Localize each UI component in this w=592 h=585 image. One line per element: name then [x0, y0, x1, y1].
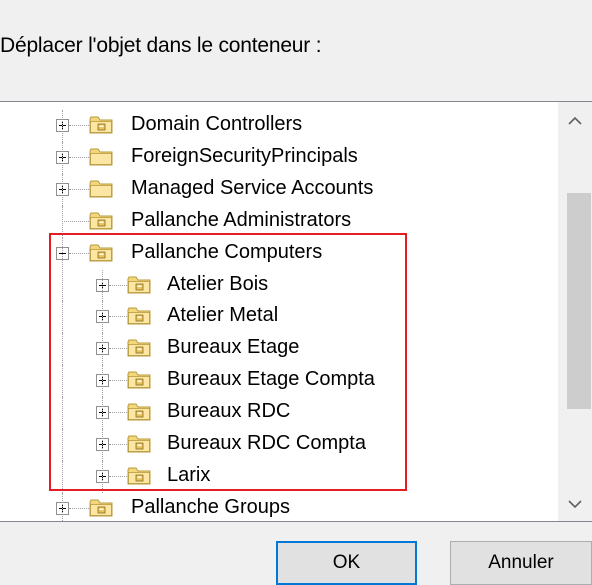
tree-connector — [62, 205, 63, 238]
tree-item[interactable]: Pallanche Groups — [0, 492, 558, 521]
scroll-up-button[interactable] — [558, 104, 592, 138]
tree-connector — [62, 220, 89, 222]
ou-folder-icon — [127, 370, 151, 390]
tree-connector — [62, 110, 63, 142]
container-tree[interactable]: Domain Controllers ForeignSecurityPrincip… — [0, 101, 592, 522]
tree-connector — [102, 429, 103, 461]
tree-connector — [62, 460, 63, 493]
tree-item-label: Managed Service Accounts — [131, 176, 374, 199]
chevron-down-icon — [568, 500, 582, 509]
vertical-scrollbar[interactable] — [558, 102, 592, 521]
tree-item[interactable]: Bureaux RDC — [0, 397, 558, 429]
tree-connector — [62, 397, 63, 429]
ou-folder-icon — [89, 498, 113, 518]
tree-item-label: Pallanche Computers — [131, 240, 323, 263]
tree-item[interactable]: Bureaux Etage Compta — [0, 365, 558, 398]
tree-item[interactable]: Larix — [0, 460, 558, 493]
tree-item[interactable]: Pallanche Administrators — [0, 205, 558, 238]
tree-item-label: Larix — [167, 463, 211, 486]
tree-item-label: Pallanche Groups — [131, 495, 290, 518]
ou-folder-icon — [127, 466, 151, 486]
tree-connector — [69, 125, 89, 126]
tree-item[interactable]: Pallanche Computers — [0, 237, 558, 270]
tree-connector — [109, 412, 127, 414]
tree-connector — [62, 301, 63, 334]
tree-item[interactable]: Atelier Metal — [0, 301, 558, 334]
scroll-down-button[interactable] — [558, 487, 592, 521]
ou-folder-icon — [89, 115, 113, 135]
tree-connector — [69, 156, 89, 158]
tree-connector — [62, 492, 63, 521]
tree-connector — [69, 507, 89, 509]
tree-connector — [102, 301, 103, 334]
tree-connector — [62, 141, 63, 174]
ou-folder-icon — [127, 338, 151, 358]
tree-item[interactable]: ForeignSecurityPrincipals — [0, 141, 558, 174]
tree-connector — [109, 380, 127, 382]
tree-connector — [109, 284, 127, 286]
tree-item-label: Bureaux Etage Compta — [167, 368, 375, 391]
cancel-button[interactable]: Annuler — [450, 541, 592, 585]
tree-item[interactable]: Bureaux Etage — [0, 333, 558, 366]
tree-item-label: Atelier Bois — [167, 272, 269, 295]
ou-folder-icon — [127, 306, 151, 326]
ou-folder-icon — [127, 402, 151, 422]
tree-connector — [62, 429, 63, 461]
scrollbar-thumb[interactable] — [567, 193, 591, 409]
tree-item-label: Bureaux RDC — [167, 400, 291, 423]
ok-button[interactable]: OK — [276, 541, 417, 585]
ou-folder-icon — [89, 243, 113, 263]
tree-connector — [62, 173, 63, 206]
tree-item-label: Bureaux RDC Compta — [167, 432, 366, 454]
tree-connector — [62, 365, 63, 398]
ou-folder-icon — [89, 211, 113, 231]
tree-item[interactable]: Managed Service Accounts — [0, 173, 558, 206]
folder-icon — [89, 179, 113, 199]
tree-connector — [102, 460, 103, 493]
tree-connector — [102, 365, 103, 398]
tree-connector — [109, 316, 127, 318]
tree-item-label: Domain Controllers — [131, 113, 303, 135]
tree-connector — [62, 237, 63, 270]
tree-connector — [62, 333, 63, 366]
tree-connector — [69, 252, 89, 254]
dialog-prompt: Déplacer l'objet dans le conteneur : — [0, 34, 322, 57]
tree-connector — [102, 333, 103, 366]
tree-rows: Domain Controllers ForeignSecurityPrincip… — [0, 102, 558, 521]
tree-item-label: ForeignSecurityPrincipals — [131, 144, 358, 167]
tree-item-label: Atelier Metal — [167, 304, 279, 327]
ou-folder-icon — [127, 434, 151, 454]
tree-connector — [102, 269, 103, 302]
tree-connector — [102, 397, 103, 429]
tree-connector — [62, 269, 63, 302]
tree-connector — [109, 444, 127, 445]
tree-item-label: Bureaux Etage — [167, 336, 300, 359]
tree-connector — [109, 348, 127, 350]
ou-folder-icon — [127, 275, 151, 295]
tree-item[interactable]: Atelier Bois — [0, 269, 558, 302]
tree-item[interactable]: Bureaux RDC Compta — [0, 429, 558, 461]
tree-item[interactable]: Domain Controllers — [0, 110, 558, 142]
chevron-up-icon — [568, 116, 582, 125]
tree-connector — [109, 475, 127, 477]
tree-item-label: Pallanche Administrators — [131, 208, 352, 231]
folder-icon — [89, 147, 113, 167]
tree-connector — [69, 188, 89, 190]
